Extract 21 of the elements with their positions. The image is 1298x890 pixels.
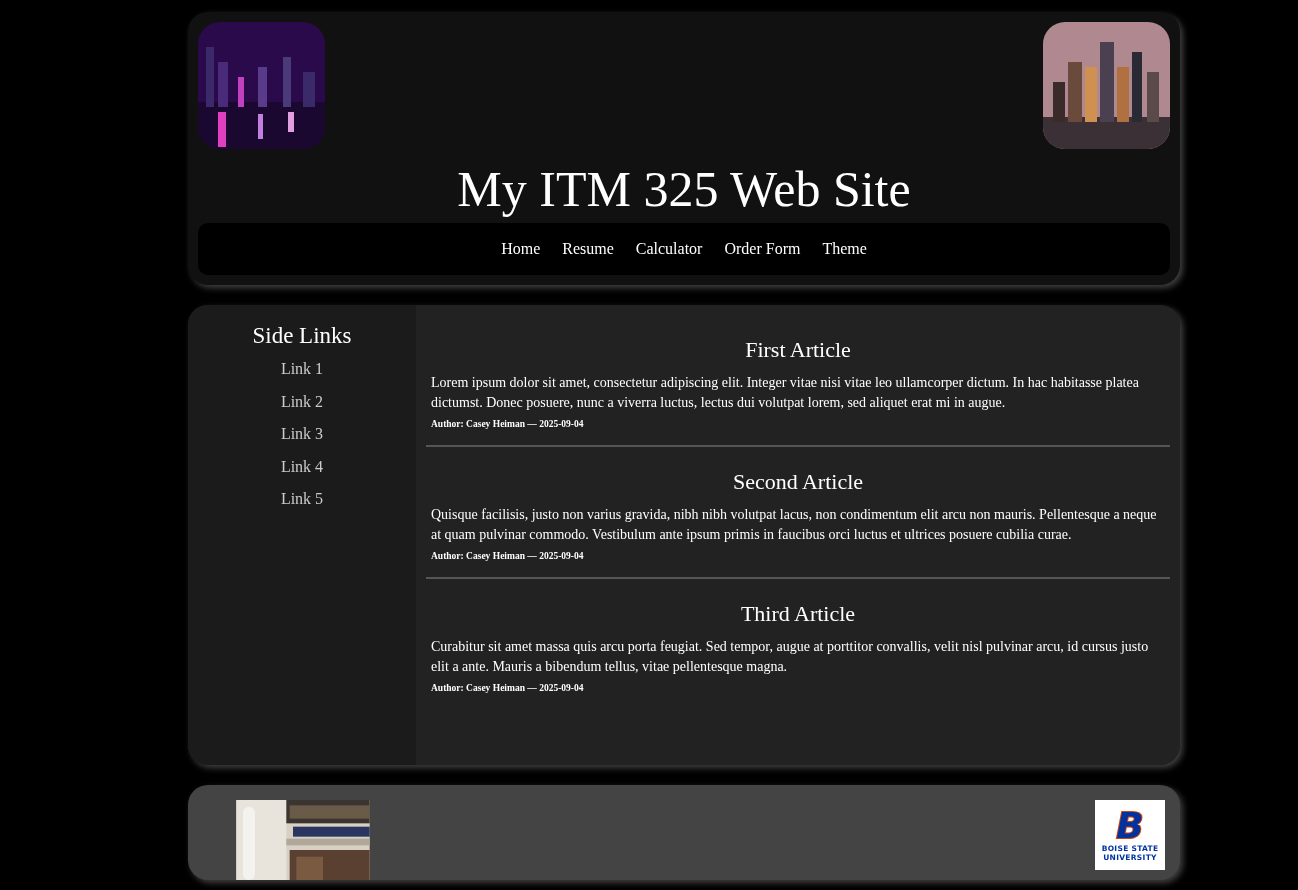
side-link[interactable]: Link 2 bbox=[280, 385, 324, 418]
article-body: Curabitur sit amet massa quis arcu porta feugiat. Sed tempor, augue at porttitor convallis, velit nisl pulvinar arcu, id cursus justo elit a ante. Mauris a bibendum tellus, vitae pellentesque magna. bbox=[431, 638, 1150, 676]
article-title: Third Article bbox=[739, 601, 857, 627]
nav-link[interactable]: Resume bbox=[562, 240, 614, 258]
article-byline: Author: Casey Heiman — 2025-09-04 bbox=[431, 683, 585, 693]
article-byline: Author: Casey Heiman — 2025-09-04 bbox=[431, 419, 585, 429]
side-link[interactable]: Link 4 bbox=[280, 450, 324, 483]
article-byline: Author: Casey Heiman — 2025-09-04 bbox=[431, 551, 585, 561]
article-title: Second Article bbox=[731, 469, 865, 495]
article-body: Quisque facilisis, justo non varius gravida, nibh nibh volutpat lacus, non condimentum elit arcu non mauris. Pellentesque a neque at quam pulvinar commodo. Vestibulum ante ipsum primis in faucibus orci luctus et ultrices posuere cubilia curae. bbox=[431, 506, 1158, 544]
site-title: My ITM 325 Web Site bbox=[456, 161, 912, 217]
nav-link[interactable]: Home bbox=[501, 240, 541, 258]
side-link[interactable]: Link 1 bbox=[280, 353, 324, 386]
sidebar-title: Side Links bbox=[252, 323, 352, 349]
nav-link[interactable]: Calculator bbox=[635, 240, 703, 258]
article-body: Lorem ipsum dolor sit amet, consectetur adipiscing elit. Integer vitae nisi vitae leo ullamcorper dictum. In hac habitasse platea dictumst. Donec posuere, nunc a viverra luctus, lectus dui volutpat lorem, sed aliquet erat mi in augue. bbox=[431, 374, 1140, 412]
side-link[interactable]: Link 5 bbox=[280, 483, 324, 516]
nav-link[interactable]: Order Form bbox=[724, 240, 801, 258]
nav-link[interactable]: Theme bbox=[822, 240, 867, 258]
side-link[interactable]: Link 3 bbox=[280, 418, 324, 451]
article-title: First Article bbox=[744, 337, 852, 363]
